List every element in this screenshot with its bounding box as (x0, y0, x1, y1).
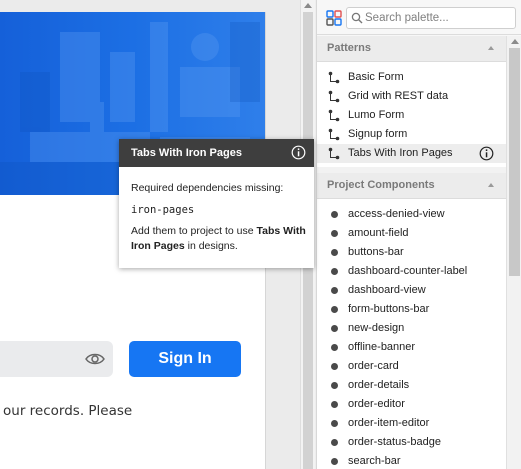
search-box[interactable] (346, 7, 516, 29)
component-label: order-editor (348, 398, 405, 410)
component-item[interactable]: amount-field (317, 224, 506, 243)
pattern-item[interactable]: Lumo Form (317, 106, 506, 125)
component-item[interactable]: new-design (317, 319, 506, 338)
component-label: order-details (348, 379, 410, 391)
pattern-item[interactable]: Grid with REST data (317, 87, 506, 106)
info-icon[interactable] (479, 146, 494, 161)
pattern-tree-icon (328, 128, 340, 141)
records-text: our records. Please (3, 403, 133, 419)
patterns-list: Basic Form Grid with REST data Lumo Form… (317, 62, 506, 167)
bullet-dot-icon (331, 249, 338, 256)
component-item[interactable]: order-card (317, 357, 506, 376)
component-item[interactable]: offline-banner (317, 338, 506, 357)
component-item[interactable]: dashboard-view (317, 281, 506, 300)
search-icon (351, 12, 363, 24)
pattern-tree-icon (328, 109, 340, 122)
palette-toolbar (317, 0, 521, 35)
pattern-item[interactable]: Basic Form (317, 68, 506, 87)
tooltip-title: Tabs With Iron Pages (131, 147, 242, 159)
palette-list: Patterns Basic Form Grid with REST data … (317, 36, 506, 469)
component-item[interactable]: order-status-badge (317, 433, 506, 452)
pattern-label: Lumo Form (348, 109, 405, 121)
component-item[interactable]: order-editor (317, 395, 506, 414)
eye-icon[interactable] (85, 352, 105, 366)
component-item[interactable]: access-denied-view (317, 205, 506, 224)
bullet-dot-icon (331, 420, 338, 427)
pattern-item[interactable]: Signup form (317, 125, 506, 144)
pattern-tree-icon (328, 147, 340, 160)
palette-scrollbar[interactable] (506, 36, 521, 469)
sign-in-button[interactable]: Sign In (129, 341, 241, 377)
bullet-dot-icon (331, 344, 338, 351)
bullet-dot-icon (331, 439, 338, 446)
component-item[interactable]: order-item-editor (317, 414, 506, 433)
bullet-dot-icon (331, 287, 338, 294)
component-label: search-bar (348, 455, 401, 467)
pattern-label: Tabs With Iron Pages (348, 147, 453, 159)
search-input[interactable] (365, 10, 511, 26)
bullet-dot-icon (331, 230, 338, 237)
component-label: dashboard-view (348, 284, 426, 296)
component-label: dashboard-counter-label (348, 265, 468, 277)
pattern-tree-icon (328, 71, 340, 84)
pattern-tree-icon (328, 90, 340, 103)
tooltip-instruction: Add them to project to use Tabs With Iro… (131, 224, 307, 254)
components-list: access-denied-view amount-field buttons-… (317, 199, 506, 469)
pattern-label: Basic Form (348, 71, 404, 83)
section-title: Project Components (327, 179, 435, 191)
section-title: Patterns (327, 42, 372, 54)
pattern-label: Signup form (348, 128, 408, 140)
tooltip-text-prefix: Add them to project to use (131, 225, 257, 237)
pattern-item-selected[interactable]: Tabs With Iron Pages (317, 144, 506, 163)
palette-panel: Patterns Basic Form Grid with REST data … (316, 0, 521, 469)
bullet-dot-icon (331, 325, 338, 332)
component-label: order-item-editor (348, 417, 430, 429)
collapse-arrow-icon[interactable] (488, 183, 494, 187)
component-label: amount-field (348, 227, 409, 239)
section-header-patterns[interactable]: Patterns (317, 36, 506, 62)
bullet-dot-icon (331, 306, 338, 313)
scroll-up-icon[interactable] (304, 3, 312, 8)
component-item[interactable]: search-bar (317, 452, 506, 469)
tooltip-message: Required dependencies missing: (131, 182, 284, 194)
component-label: order-status-badge (348, 436, 441, 448)
section-header-project-components[interactable]: Project Components (317, 173, 506, 199)
palette-grid-icon[interactable] (326, 10, 342, 26)
dependency-tooltip: Tabs With Iron Pages Required dependenci… (119, 139, 314, 268)
bullet-dot-icon (331, 363, 338, 370)
component-item[interactable]: dashboard-counter-label (317, 262, 506, 281)
tooltip-header: Tabs With Iron Pages (119, 139, 314, 167)
palette-scrollbar-thumb[interactable] (509, 48, 520, 276)
info-icon[interactable] (291, 145, 306, 160)
component-item[interactable]: order-details (317, 376, 506, 395)
scroll-up-icon[interactable] (511, 39, 519, 44)
bullet-dot-icon (331, 211, 338, 218)
component-item[interactable]: form-buttons-bar (317, 300, 506, 319)
component-label: buttons-bar (348, 246, 404, 258)
component-label: order-card (348, 360, 399, 372)
pattern-label: Grid with REST data (348, 90, 449, 102)
tooltip-text-suffix: in designs. (184, 240, 238, 252)
component-label: offline-banner (348, 341, 416, 353)
bullet-dot-icon (331, 382, 338, 389)
bullet-dot-icon (331, 401, 338, 408)
bullet-dot-icon (331, 268, 338, 275)
bullet-dot-icon (331, 458, 338, 465)
component-label: new-design (348, 322, 405, 334)
tooltip-dependency-code: iron-pages (131, 204, 195, 216)
component-label: form-buttons-bar (348, 303, 430, 315)
component-label: access-denied-view (348, 208, 445, 220)
component-item[interactable]: buttons-bar (317, 243, 506, 262)
collapse-arrow-icon[interactable] (488, 46, 494, 50)
